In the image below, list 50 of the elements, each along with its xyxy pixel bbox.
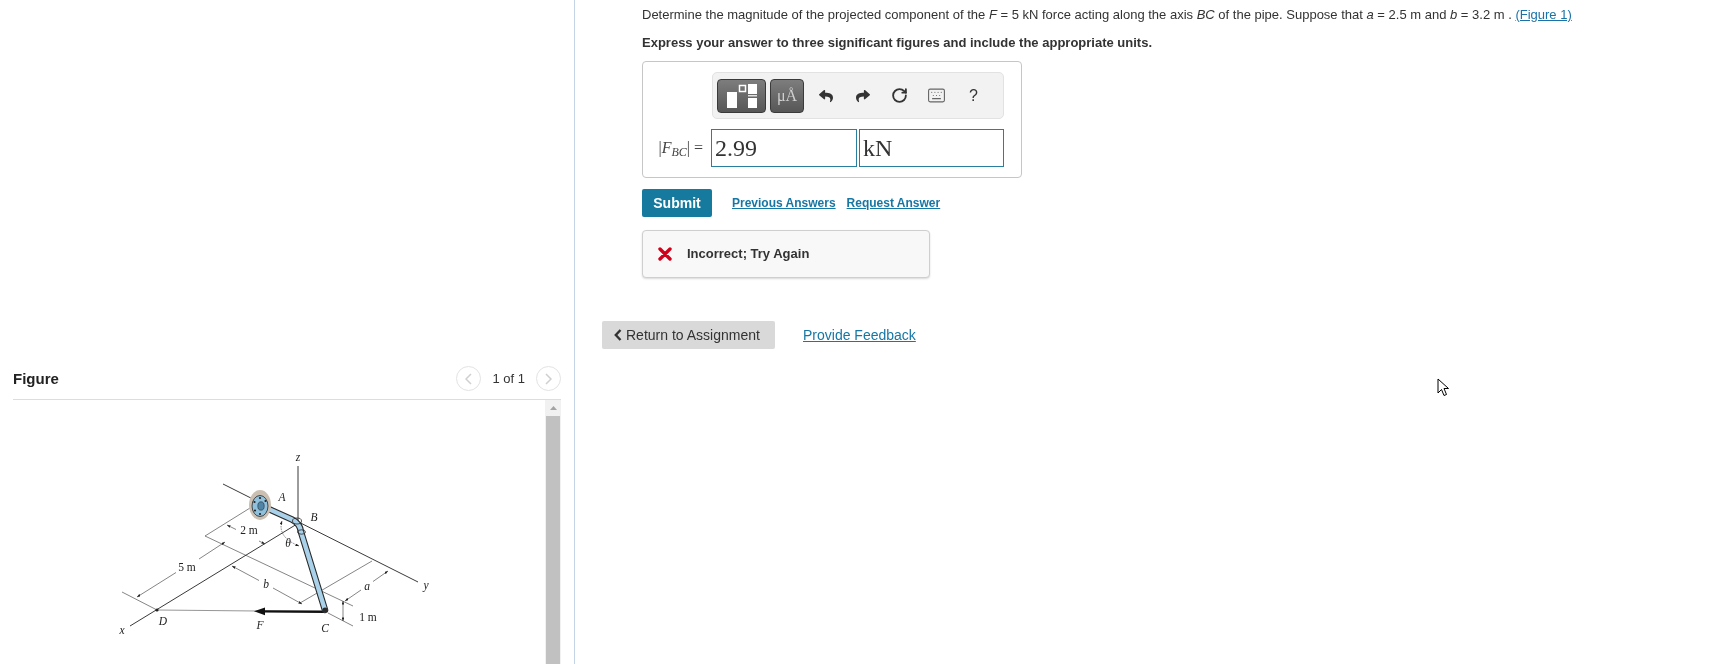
symbols-button[interactable]: μÅ — [770, 78, 804, 113]
feedback-message: Incorrect; Try Again — [687, 245, 810, 264]
help-button[interactable]: ? — [955, 78, 992, 113]
force-label: F — [256, 619, 264, 631]
reset-icon — [891, 87, 908, 104]
point-label: C — [321, 622, 329, 634]
point-label: A — [278, 491, 286, 503]
force-arrow — [254, 607, 325, 616]
angle-arc — [279, 520, 300, 547]
question-text: Determine the magnitude of the projected component of the F = 5 kN force acting along the axis BC of the pipe. Suppose that a = 2.5 m and b = 3.2 m . (Figure 1) — [642, 7, 1572, 23]
keyboard-icon — [927, 86, 946, 105]
z-axis-line — [297, 465, 299, 522]
dimension-label: 2 m — [240, 524, 258, 536]
request-answer-link[interactable]: Request Answer — [846, 194, 941, 212]
extension-line — [327, 612, 354, 627]
point-marker-icon — [155, 608, 159, 612]
undo-icon — [818, 88, 833, 103]
answer-input[interactable]: 2.99 — [711, 129, 857, 167]
chevron-right-icon — [545, 372, 552, 385]
dimension-label: 5 m — [178, 561, 196, 573]
figure-title: Figure — [13, 369, 59, 388]
page-counter: 1 of 1 — [492, 369, 525, 388]
scroll-up-icon — [549, 406, 557, 410]
previous-answers-link[interactable]: Previous Answers — [732, 194, 836, 212]
chevron-left-icon — [465, 372, 473, 385]
answer-label: |F$_{BC}$| = — [658, 138, 703, 160]
cross-icon — [658, 247, 672, 261]
dimension-label: b — [263, 578, 269, 590]
dimension-line — [231, 565, 303, 605]
axis-label: z — [295, 451, 301, 463]
point-label: D — [158, 615, 168, 627]
units-input[interactable]: kN — [859, 129, 1004, 167]
axis-label: y — [423, 579, 429, 591]
chevron-left-icon — [614, 329, 622, 341]
point-label: B — [310, 511, 318, 523]
angle-label: θ — [285, 537, 291, 549]
templates-button[interactable] — [717, 78, 766, 113]
submit-button[interactable]: Submit — [642, 189, 712, 217]
redo-icon — [855, 88, 870, 103]
template-icon — [726, 83, 757, 108]
instruction-text: Express your answer to three significant figures and include the appropriate units. — [642, 35, 1152, 51]
axis-label: x — [119, 624, 125, 636]
figure-link[interactable]: (Figure 1) — [1515, 7, 1572, 22]
extension-line — [121, 591, 158, 611]
dimension-label: a — [364, 580, 370, 592]
return-button[interactable]: Return to Assignment — [602, 321, 775, 349]
wall-flange — [249, 490, 271, 520]
dimension-label: 1 m — [359, 611, 377, 623]
mouse-pointer-icon — [1437, 378, 1449, 397]
provide-feedback-link[interactable]: Provide Feedback — [803, 324, 916, 346]
